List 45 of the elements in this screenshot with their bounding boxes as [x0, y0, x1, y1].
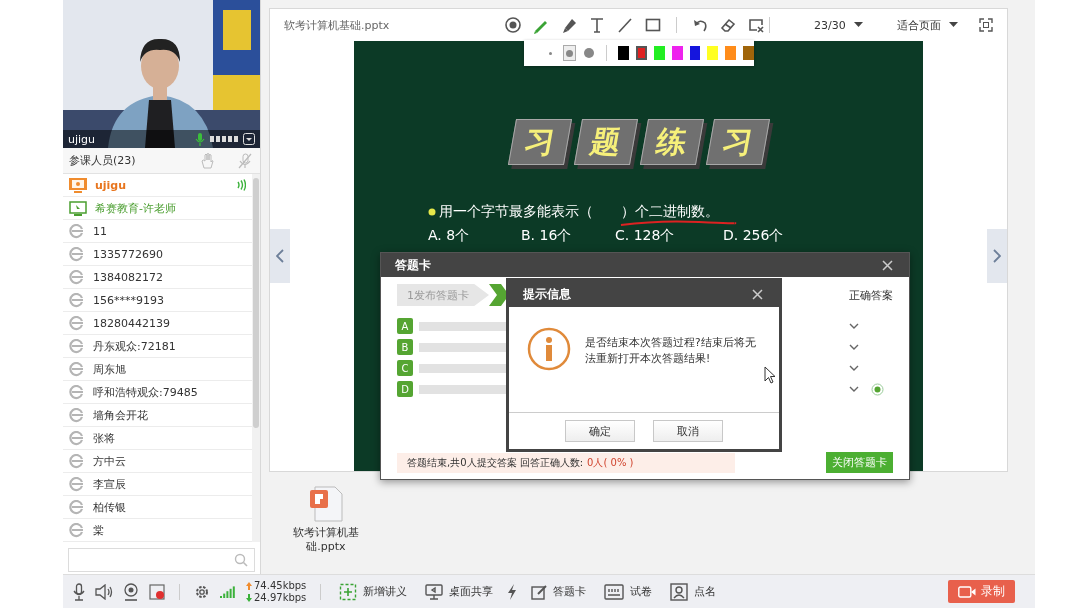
option-letter: D — [397, 381, 413, 397]
participant-name[interactable]: 18280442139 — [93, 316, 246, 330]
video-name: ujigu — [68, 132, 97, 146]
document-title: 软考计算机基础.pptx — [284, 17, 391, 33]
toolbar-button[interactable]: 试卷 — [600, 583, 657, 600]
answer-option: C. 128个 — [615, 227, 723, 245]
participant-name[interactable]: 呼和浩特观众:79485 — [93, 384, 246, 400]
dialog-title: 提示信息 — [523, 285, 571, 303]
participant-name[interactable]: 丹东观众:72181 — [93, 338, 246, 354]
answer-option: D. 256个 — [723, 227, 923, 245]
participant-name[interactable]: 156****9193 — [93, 293, 246, 307]
result-value: 0人( 0% ) — [587, 455, 634, 470]
upload-rate: 74.45kbps — [254, 579, 307, 592]
participant-name[interactable]: 柏传银 — [93, 499, 246, 515]
participant-name[interactable]: 李宣辰 — [93, 476, 246, 492]
participant-name[interactable]: 棠 — [93, 522, 246, 538]
option-letter: A — [397, 318, 413, 334]
dialog-button[interactable]: 取消 — [653, 420, 723, 442]
participant-name[interactable]: 1335772690 — [93, 247, 246, 261]
toolbar-button[interactable]: 桌面共享 — [421, 583, 498, 600]
status-text: 答题结束,共0人提交答案 回答正确人数: — [407, 455, 584, 470]
participant-name[interactable]: 希赛教育-许老师 — [95, 200, 246, 216]
answer-option: A. 8个 — [428, 227, 521, 245]
page-counter: 23/30 — [814, 18, 847, 32]
file-name[interactable]: 软考计算机基础.pptx — [291, 526, 361, 555]
toolbar-button[interactable]: 新增讲义 — [335, 582, 412, 601]
toolbar-button[interactable]: 答题卡 — [527, 583, 591, 600]
participants-title: 参课人员(23) — [69, 153, 137, 168]
message-text: 是否结束本次答题过程?结束后将无法重新打开本次答题结果! — [585, 335, 757, 366]
dialog-button[interactable]: 确定 — [565, 420, 635, 442]
participant-name[interactable]: 11 — [93, 224, 246, 238]
zoom-select[interactable]: 适合页面 — [897, 17, 941, 33]
toolbar-button[interactable]: 点名 — [666, 582, 721, 601]
dialog-title: 答题卡 — [395, 256, 431, 274]
option-letter: B — [397, 339, 413, 355]
column-header: 正确答案 — [849, 287, 893, 303]
participant-name[interactable]: 1384082172 — [93, 270, 246, 284]
question-text: 用一个字节最多能表示（ ）个二进制数。 — [439, 203, 719, 221]
participant-name[interactable]: 周东旭 — [93, 361, 246, 377]
participant-name[interactable]: 张将 — [93, 430, 246, 446]
download-rate: 24.97kbps — [254, 591, 307, 604]
option-letter: C — [397, 360, 413, 376]
participant-name[interactable]: 方中云 — [93, 453, 246, 469]
participant-name[interactable]: 墙角会开花 — [93, 407, 246, 423]
answer-option: B. 16个 — [521, 227, 615, 245]
